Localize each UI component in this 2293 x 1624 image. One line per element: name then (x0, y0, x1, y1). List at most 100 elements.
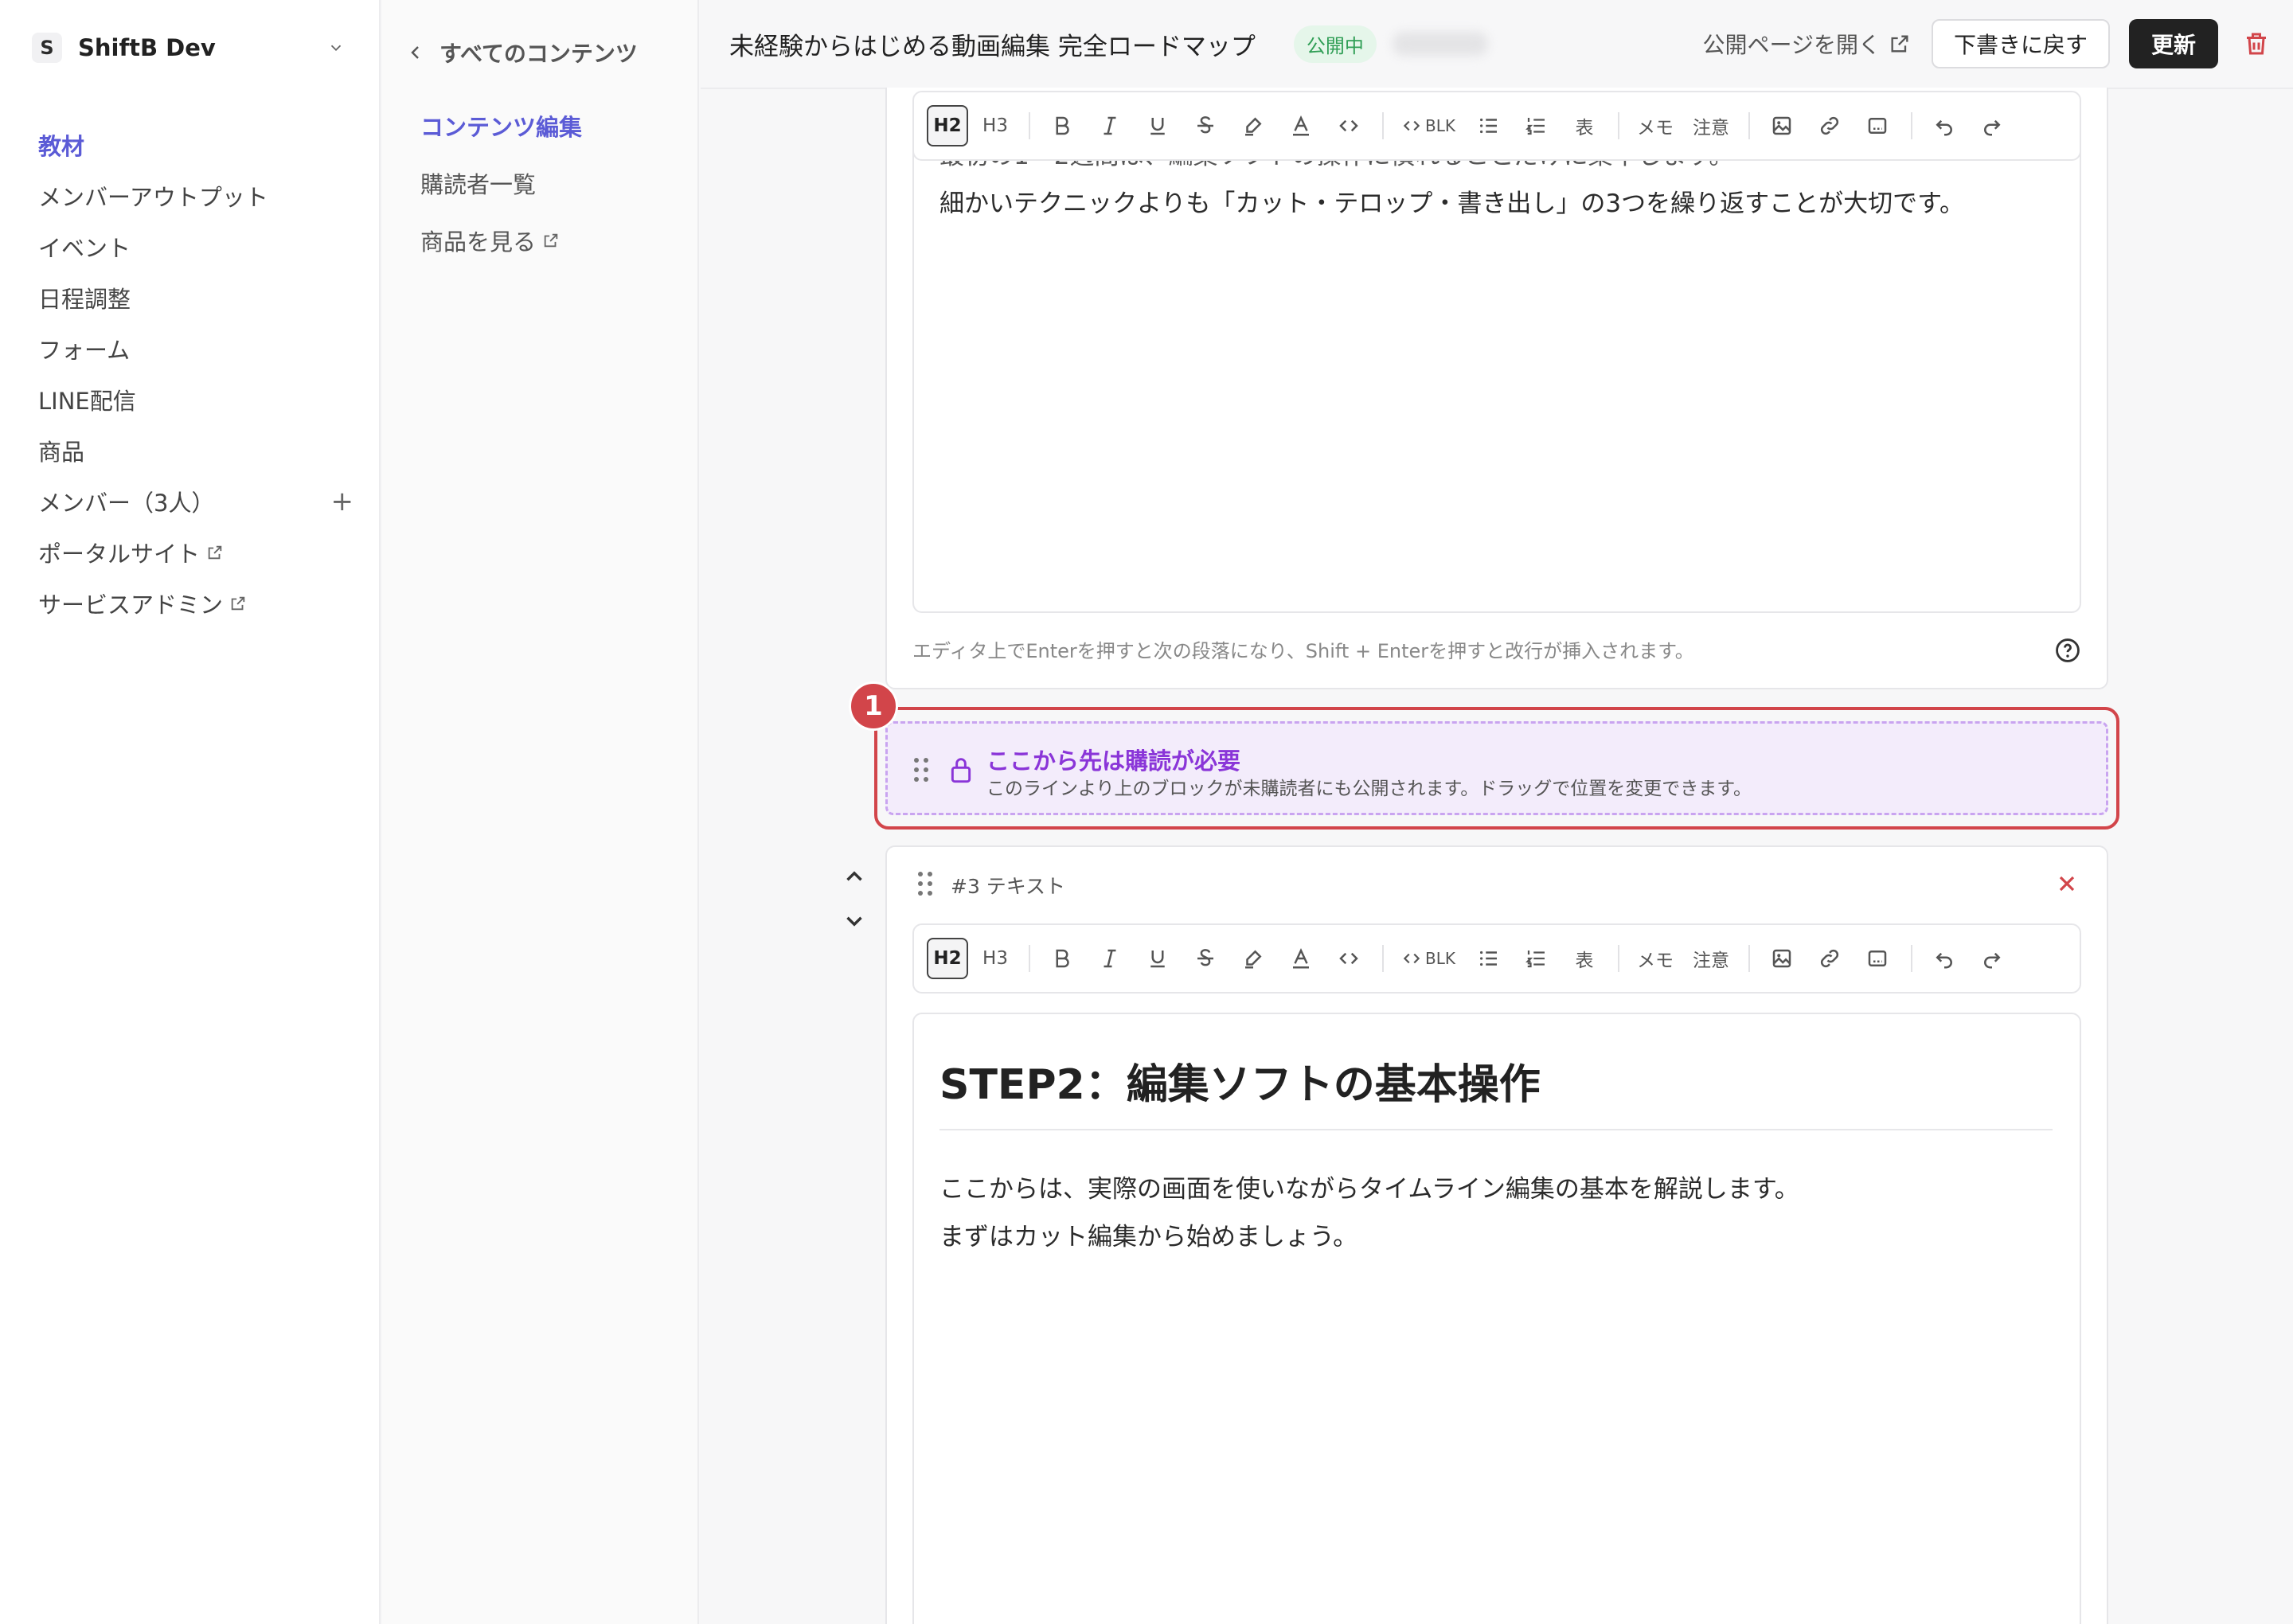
link-icon[interactable] (1809, 105, 1850, 146)
chevron-down-icon[interactable] (322, 33, 350, 62)
image-icon[interactable] (1761, 105, 1803, 146)
bullet-list-icon[interactable] (1468, 105, 1510, 146)
nav-label: メンバーアウトプット (38, 184, 268, 211)
caution-button[interactable]: 注意 (1686, 105, 1736, 146)
toolbar-divider (1748, 112, 1750, 139)
subnav-content-edit[interactable]: コンテンツ編集 (420, 97, 582, 154)
caution-button[interactable]: 注意 (1686, 938, 1736, 979)
editor-hint: エディタ上でEnterを押すと次の段落になり、Shift + Enterを押すと… (912, 640, 1694, 662)
memo-button[interactable]: メモ (1631, 938, 1680, 979)
heading2-button[interactable]: H2 (927, 105, 968, 146)
code-block-button[interactable]: BLK (1395, 938, 1462, 979)
blurred-meta (1392, 32, 1488, 56)
nav-item-portal[interactable]: ポータルサイト (38, 527, 357, 578)
memo-button[interactable]: メモ (1631, 105, 1680, 146)
page-title: 未経験からはじめる動画編集 完全ロードマップ (729, 32, 1256, 61)
editor-header: 未経験からはじめる動画編集 完全ロードマップ 公開中 公開ページを開く 下書きに… (701, 0, 2293, 89)
nav-item-events[interactable]: イベント (38, 221, 357, 272)
text-color-icon[interactable] (1280, 938, 1322, 979)
code-block-button[interactable]: BLK (1395, 105, 1462, 146)
table-button[interactable]: 表 (1564, 938, 1605, 979)
nav-item-scheduling[interactable]: 日程調整 (38, 272, 357, 323)
numbered-list-icon[interactable] (1516, 105, 1557, 146)
editor-heading: STEP2：編集ソフトの基本操作 (939, 1061, 1541, 1109)
text-color-icon[interactable] (1280, 105, 1322, 146)
help-icon[interactable] (2054, 637, 2081, 664)
toolbar-divider (1910, 112, 1912, 139)
highlighter-icon[interactable] (1232, 105, 1274, 146)
nav-item-line[interactable]: LINE配信 (38, 374, 357, 425)
nav-item-products[interactable]: 商品 (38, 425, 357, 476)
toolbar-divider (1748, 945, 1750, 972)
embed-icon[interactable] (1857, 938, 1898, 979)
drag-handle-icon[interactable] (917, 871, 933, 896)
editor-paragraph: ここからは、実際の画面を使いながらタイムライン編集の基本を解説します。 (939, 1175, 1799, 1204)
link-icon[interactable] (1809, 938, 1850, 979)
main-sidebar: S ShiftB Dev 教材 メンバーアウトプット イベント 日程調整 フォー… (0, 0, 381, 1624)
nav-label: LINE配信 (38, 388, 136, 415)
main-nav: 教材 メンバーアウトプット イベント 日程調整 フォーム LINE配信 商品 メ… (38, 119, 357, 629)
nav-label: メンバー（3人） (38, 490, 215, 517)
nav-label: ポータルサイト (38, 541, 201, 568)
redo-icon[interactable] (1971, 938, 2013, 979)
toolbar-divider (1029, 945, 1030, 972)
workspace-name: ShiftB Dev (78, 34, 216, 61)
workspace-switcher[interactable]: S ShiftB Dev (32, 32, 350, 64)
embed-icon[interactable] (1857, 105, 1898, 146)
nav-item-members[interactable]: メンバー（3人） + (38, 476, 357, 527)
table-button[interactable]: 表 (1564, 105, 1605, 146)
nav-label: 商品 (38, 439, 85, 466)
nav-item-materials[interactable]: 教材 (38, 119, 357, 170)
nav-label: 教材 (38, 133, 85, 160)
heading3-button[interactable]: H3 (975, 938, 1016, 979)
undo-icon[interactable] (1924, 105, 1965, 146)
paywall-divider[interactable]: ここから先は購読が必要 このラインより上のブロックが未購読者にも公開されます。ド… (885, 721, 2108, 815)
close-icon[interactable] (2054, 871, 2080, 896)
bold-icon[interactable] (1041, 105, 1083, 146)
external-link-icon (208, 545, 222, 560)
underline-icon[interactable] (1137, 938, 1178, 979)
move-down-icon[interactable] (841, 908, 868, 935)
nav-label: フォーム (38, 337, 131, 364)
heading3-button[interactable]: H3 (975, 105, 1016, 146)
back-to-all-contents[interactable]: すべてのコンテンツ (406, 37, 638, 68)
move-up-icon[interactable] (841, 863, 868, 890)
undo-icon[interactable] (1924, 938, 1965, 979)
workspace-badge: S (32, 33, 62, 63)
trash-icon[interactable] (2242, 29, 2271, 58)
open-page-label: 公開ページを開く (1702, 32, 1881, 58)
toolbar-divider (1382, 945, 1384, 972)
subnav-view-product[interactable]: 商品を見る (420, 212, 582, 269)
block-2-editor[interactable]: 最初の1〜2週間は、編集ソフトの操作に慣れることだけに集中します。 細かいテクニ… (912, 135, 2081, 613)
redo-icon[interactable] (1971, 105, 2013, 146)
heading2-button[interactable]: H2 (927, 938, 968, 979)
image-icon[interactable] (1761, 938, 1803, 979)
editor-paragraph: 細かいテクニックよりも「カット・テロップ・書き出し」の3つを繰り返すことが大切で… (939, 189, 1964, 218)
subnav-label: 購読者一覧 (420, 171, 537, 198)
underline-icon[interactable] (1137, 105, 1178, 146)
nav-label: イベント (38, 235, 131, 262)
italic-icon[interactable] (1089, 105, 1131, 146)
add-member-icon[interactable]: + (331, 486, 354, 517)
numbered-list-icon[interactable] (1516, 938, 1557, 979)
nav-item-service-admin[interactable]: サービスアドミン (38, 578, 357, 629)
code-block-label: BLK (1425, 949, 1455, 968)
inline-code-icon[interactable] (1328, 938, 1369, 979)
italic-icon[interactable] (1089, 938, 1131, 979)
bullet-list-icon[interactable] (1468, 938, 1510, 979)
nav-item-forms[interactable]: フォーム (38, 323, 357, 374)
strikethrough-icon[interactable] (1185, 105, 1226, 146)
subnav-subscribers[interactable]: 購読者一覧 (420, 154, 582, 212)
update-button[interactable]: 更新 (2128, 19, 2218, 68)
strikethrough-icon[interactable] (1185, 938, 1226, 979)
toolbar-divider (1910, 945, 1912, 972)
nav-label: 日程調整 (38, 286, 131, 313)
revert-to-draft-button[interactable]: 下書きに戻す (1931, 19, 2110, 68)
open-public-page-link[interactable]: 公開ページを開く (1703, 28, 1911, 60)
drag-handle-icon[interactable] (913, 757, 929, 783)
inline-code-icon[interactable] (1328, 105, 1369, 146)
nav-item-member-output[interactable]: メンバーアウトプット (38, 170, 357, 221)
paywall-subtitle: このラインより上のブロックが未購読者にも公開されます。ドラッグで位置を変更できま… (986, 779, 1752, 799)
bold-icon[interactable] (1041, 938, 1083, 979)
highlighter-icon[interactable] (1232, 938, 1274, 979)
